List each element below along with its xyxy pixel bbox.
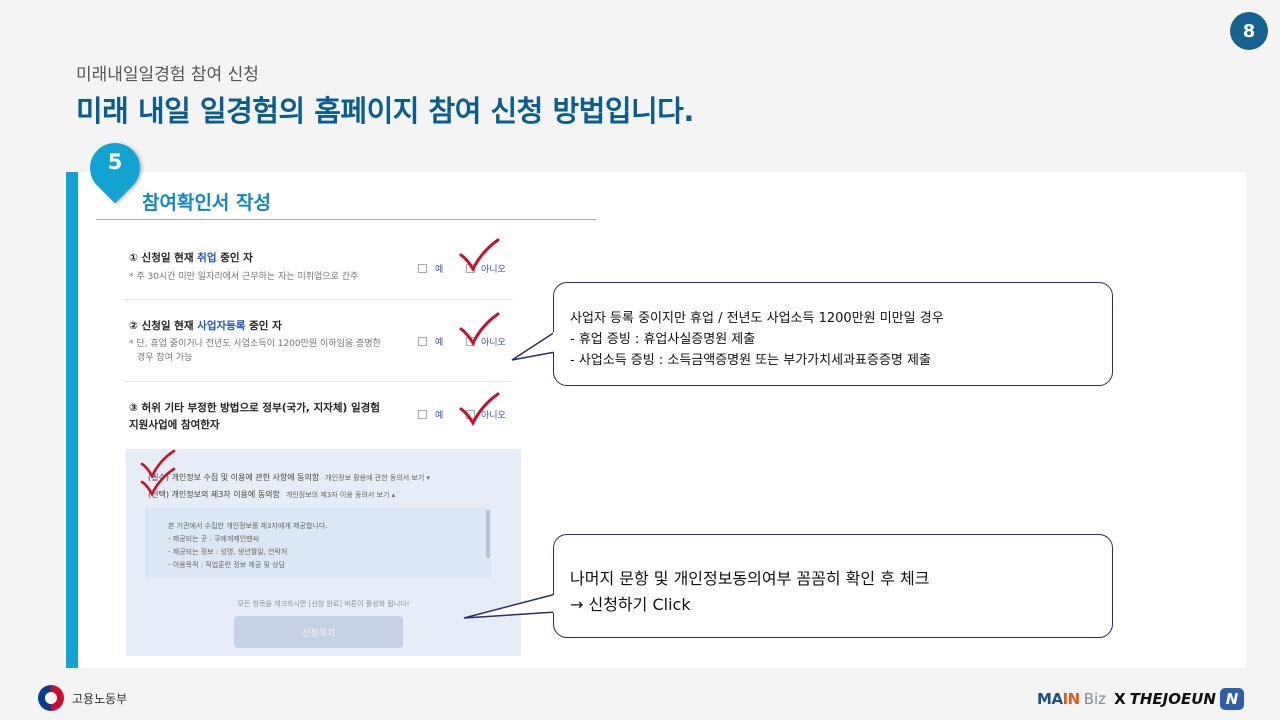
terms-scrollbar[interactable] (486, 510, 490, 558)
q2-yes-checkbox[interactable] (418, 337, 427, 346)
checkmark-icon (459, 238, 500, 272)
callout-pointer-joint (553, 595, 557, 613)
callout-pointer (463, 593, 557, 619)
section-divider (96, 219, 596, 220)
ministry-name: 고용노동부 (72, 691, 128, 706)
brand-main: MAIN (1037, 690, 1080, 708)
q3-yes-label: 예 (435, 411, 444, 421)
optional-agreement[interactable]: (선택) 개인정보의 제3자 이용에 동의함 개인정보의 제3자 이용 동의서 보… (148, 489, 395, 500)
page-number-badge: 8 (1230, 12, 1268, 50)
agreement-panel: (필수) 개인정보 수집 및 이용에 관한 사항에 동의함 개인정보 활용에 관한… (126, 449, 521, 656)
checkmark-icon (459, 392, 500, 426)
callout-business-registration: 사업자 등록 중이지만 휴업 / 전년도 사업소득 1200만원 미만일 경우 … (553, 282, 1113, 386)
q2-yes-label: 예 (435, 338, 444, 348)
brand-biz: Biz (1083, 690, 1107, 708)
terms-line: - 이용목적 : 직업훈련 정보 제공 및 상담 (168, 561, 286, 569)
step-number: 5 (107, 150, 123, 174)
apply-button[interactable]: 신청하기 (234, 616, 403, 648)
question-row-3: ③ 허위 기타 부정한 방법으로 정부(국가, 지자체) 일경험 지원사업에 참… (125, 382, 513, 448)
checkmark-icon (140, 467, 176, 497)
question-3-line2: 지원사업에 참여한자 (129, 419, 220, 431)
q1-yes-checkbox[interactable] (418, 264, 427, 273)
q1-yes-label: 예 (435, 265, 444, 275)
optional-agreement-link[interactable]: 개인정보의 제3자 이용 동의서 보기 ▴ (286, 491, 395, 499)
terms-line: - 제공되는 곳 : 쿠에게제인맨씨 (168, 535, 260, 543)
slide-subtitle: 미래내일일경험 참여 신청 (76, 65, 259, 85)
question-2-note-line2: 경우 참여 가능 (137, 353, 193, 363)
question-2-title: ② 신청일 현재 사업자등록 중인 자 (129, 320, 282, 332)
callout-final-check: 나머지 문항 및 개인정보동의여부 꼼꼼히 확인 후 체크 → 신청하기 Cli… (553, 534, 1113, 638)
terms-fade (146, 577, 491, 587)
question-row-2: ② 신청일 현재 사업자등록 중인 자 * 단, 휴업 중이거나 전년도 사업소… (125, 300, 513, 382)
required-agreement-link[interactable]: 개인정보 활용에 관한 동의서 보기 ▾ (325, 474, 430, 482)
terms-line: - 제공되는 정보 : 성명, 생년월일, 연락처 (168, 548, 288, 556)
brand-logo-icon: N (1220, 688, 1244, 710)
question-1-note: * 주 30시간 미만 일자리에서 근무하는 자는 미취업으로 간주 (129, 272, 359, 282)
question-3-line1: ③ 허위 기타 부정한 방법으로 정부(국가, 지자체) 일경험 (129, 402, 380, 414)
callout-pointer (511, 331, 556, 361)
question-row-1: ① 신청일 현재 취업 중인 자 * 주 30시간 미만 일자리에서 근무하는 … (125, 234, 513, 300)
callout-2-line2: → 신청하기 Click (570, 595, 691, 614)
brand-thejoeun: THEJOEUN (1129, 690, 1216, 708)
callout-2-line1: 나머지 문항 및 개인정보동의여부 꼼꼼히 확인 후 체크 (570, 569, 930, 588)
section-heading: 참여확인서 작성 (142, 192, 271, 214)
ministry-emblem-icon (38, 685, 64, 711)
question-2-note-line1: * 단, 휴업 중이거나 전년도 사업소득이 1200만원 이하임을 증명한 (129, 339, 381, 349)
question-1-title: ① 신청일 현재 취업 중인 자 (129, 252, 253, 264)
ministry-logo: 고용노동부 (38, 685, 127, 711)
checkmark-icon (459, 312, 500, 346)
callout-1-item: - 휴업 증빙 : 휴업사실증명원 제출 (570, 332, 756, 347)
accent-bar (66, 172, 78, 668)
callout-pointer-joint (553, 332, 557, 352)
callout-1-heading: 사업자 등록 중이지만 휴업 / 전년도 사업소득 1200만원 미만일 경우 (570, 311, 944, 326)
terms-line: 본 기관에서 수집한 개인정보를 제3자에게 제공합니다. (168, 522, 328, 530)
required-agreement[interactable]: (필수) 개인정보 수집 및 이용에 관한 사항에 동의함 개인정보 활용에 관한… (148, 472, 430, 483)
callout-1-item: - 사업소득 증빙 : 소득금액증명원 또는 부가가치세과표증증명 제출 (570, 353, 931, 368)
slide-title: 미래 내일 일경험의 홈페이지 참여 신청 방법입니다. (76, 94, 694, 128)
brand-logo: MAIN Biz X THEJOEUN N (1037, 688, 1244, 710)
q3-yes-checkbox[interactable] (418, 410, 427, 419)
brand-x: X (1114, 690, 1126, 708)
eligibility-form: ① 신청일 현재 취업 중인 자 * 주 30시간 미만 일자리에서 근무하는 … (125, 234, 513, 448)
